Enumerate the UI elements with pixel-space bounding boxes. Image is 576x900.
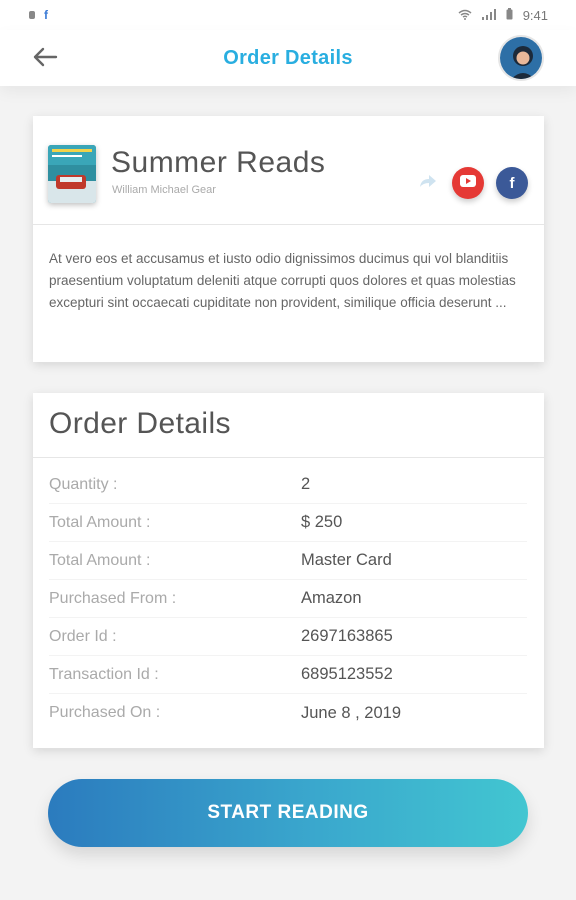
book-cover[interactable] [48,145,96,203]
order-row: Transaction Id : 6895123552 [49,656,527,694]
row-value: $ 250 [301,513,343,531]
app-bar: Order Details [0,30,576,86]
row-label: Total Amount : [49,513,151,531]
facebook-button[interactable]: f [496,167,528,199]
back-button[interactable] [30,44,60,74]
order-rows: Quantity : 2 Total Amount : $ 250 Total … [49,466,527,732]
book-card: Summer Reads William Michael Gear f At v… [33,116,544,362]
facebook-icon: f [509,174,515,192]
share-icon[interactable] [419,174,437,193]
row-value: 6895123552 [301,665,393,683]
row-label: Total Amount : [49,551,151,569]
book-title: Summer Reads [111,146,326,179]
row-label: Order Id : [49,627,117,645]
arrow-left-icon [32,47,58,72]
row-value: June 8 , 2019 [301,703,401,722]
youtube-icon [460,174,476,192]
user-avatar[interactable] [498,35,544,81]
order-details-card: Order Details Quantity : 2 Total Amount … [33,393,544,748]
row-value: Amazon [301,589,362,607]
notification-icon [28,8,36,23]
row-label: Transaction Id : [49,665,159,683]
order-row: Total Amount : $ 250 [49,504,527,542]
book-author: William Michael Gear [112,184,216,196]
order-row: Quantity : 2 [49,466,527,504]
signal-icon [481,8,496,23]
order-row: Purchased On : June 8 , 2019 [49,694,527,732]
card-divider [33,457,544,458]
row-label: Purchased On : [49,704,161,721]
book-description: At vero eos et accusamus et iusto odio d… [49,251,516,310]
order-heading: Order Details [49,407,231,440]
row-label: Purchased From : [49,589,177,607]
order-row: Total Amount : Master Card [49,542,527,580]
order-row: Order Id : 2697163865 [49,618,527,656]
row-value: Master Card [301,551,392,569]
battery-icon [506,7,513,23]
facebook-icon: f [44,8,48,22]
start-reading-button[interactable]: START READING [48,779,528,847]
row-value: 2697163865 [301,627,393,645]
card-divider [33,224,544,225]
order-row: Purchased From : Amazon [49,580,527,618]
youtube-button[interactable] [452,167,484,199]
row-value: 2 [301,475,311,493]
status-left: f [28,8,48,23]
status-right: 9:41 [458,7,548,23]
wifi-icon [458,8,472,23]
row-label: Quantity : [49,475,118,493]
page-title: Order Details [223,46,353,69]
status-bar: f 9:41 [0,0,576,30]
status-time: 9:41 [522,7,548,23]
